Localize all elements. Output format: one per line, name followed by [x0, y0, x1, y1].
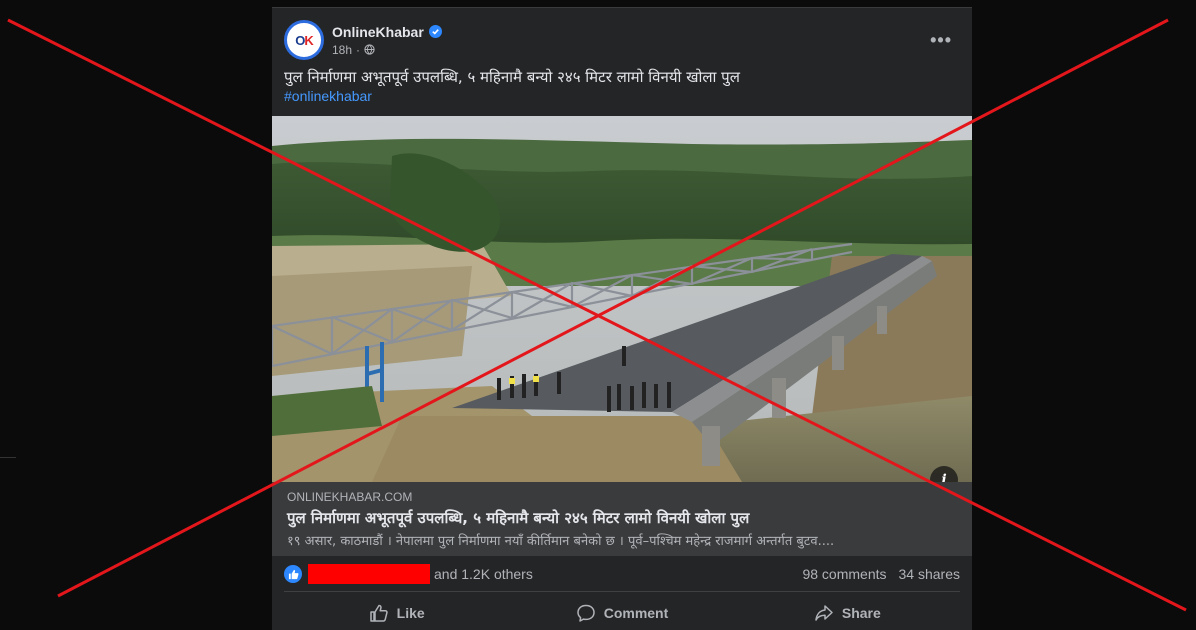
speech-bubble-icon — [576, 604, 595, 622]
bridge-photo — [272, 116, 972, 482]
link-domain: ONLINEKHABAR.COM — [287, 490, 413, 504]
comment-label: Comment — [603, 605, 669, 621]
share-arrow-icon — [815, 605, 833, 621]
reactors-count[interactable]: and 1.2K others — [434, 566, 533, 582]
page-meta: OnlineKhabar 18h · — [332, 24, 442, 57]
share-button[interactable]: Share — [735, 596, 960, 630]
link-description: १९ असार, काठमाडौं । नेपालमा पुल निर्माणम… — [287, 534, 835, 549]
redacted-names — [308, 564, 430, 584]
post-time[interactable]: 18h — [332, 43, 352, 57]
post-actions: Like Comment Share — [284, 596, 960, 630]
more-options-button[interactable]: ••• — [930, 30, 952, 51]
like-button[interactable]: Like — [284, 596, 509, 630]
background-tick — [0, 457, 16, 458]
page-name[interactable]: OnlineKhabar — [332, 24, 424, 40]
thumbs-up-icon — [369, 604, 388, 622]
hashtag-link[interactable]: #onlinekhabar — [284, 88, 372, 104]
link-preview[interactable]: ONLINEKHABAR.COM पुल निर्माणमा अभूतपूर्व… — [272, 482, 972, 556]
post-header: OK OnlineKhabar 18h · — [284, 20, 442, 60]
page-name-row: OnlineKhabar — [332, 24, 442, 40]
comments-count[interactable]: 98 comments — [802, 566, 886, 582]
facebook-post: OK OnlineKhabar 18h · ••• पुल निर्माणमा … — [272, 7, 972, 630]
engagement-counts: 98 comments 34 shares — [802, 566, 960, 582]
avatar-logo: OK — [295, 32, 314, 48]
comment-button[interactable]: Comment — [509, 596, 734, 630]
globe-icon — [364, 44, 375, 55]
link-title[interactable]: पुल निर्माणमा अभूतपूर्व उपलब्धि, ५ महिना… — [287, 508, 957, 528]
reaction-stats: and 1.2K others 98 comments 34 shares — [284, 563, 960, 585]
page-avatar[interactable]: OK — [284, 20, 324, 60]
action-divider — [284, 591, 960, 592]
post-time-row: 18h · — [332, 43, 442, 57]
share-label: Share — [841, 605, 881, 621]
like-reaction-icon[interactable] — [284, 565, 302, 583]
verified-badge-icon — [428, 25, 442, 38]
separator-dot: · — [356, 42, 361, 57]
post-photo[interactable] — [272, 116, 972, 482]
like-label: Like — [396, 605, 425, 621]
post-caption: पुल निर्माणमा अभूतपूर्व उपलब्धि, ५ महिना… — [284, 68, 740, 86]
shares-count[interactable]: 34 shares — [899, 566, 960, 582]
